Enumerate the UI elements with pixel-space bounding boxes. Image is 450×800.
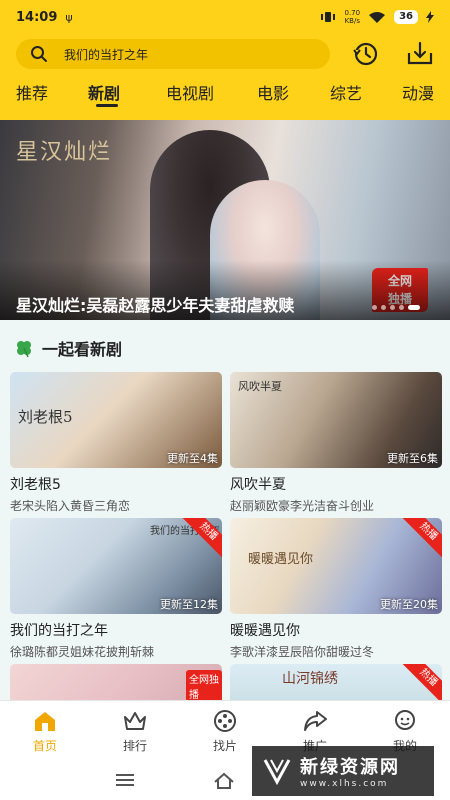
crown-icon xyxy=(124,712,146,730)
nav-ranking[interactable]: 排行 xyxy=(105,709,165,754)
drama-description: 赵丽颖欧豪李光洁奋斗创业 xyxy=(230,499,375,513)
banner-title: 星汉灿烂:吴磊赵露思少年夫妻甜虐救赎 xyxy=(16,296,295,315)
pager-dot xyxy=(390,305,395,310)
share-icon xyxy=(304,711,327,731)
film-reel-icon xyxy=(214,710,236,732)
nav-discover[interactable]: 找片 xyxy=(195,709,255,754)
pager-dot xyxy=(381,305,386,310)
drama-card[interactable]: 暖暖遇见你 热播 更新至20集 暖暖遇见你 李歌洋漆昱辰陪你甜暖过冬 xyxy=(230,518,442,660)
drama-title: 风吹半夏 xyxy=(230,477,286,493)
user-icon xyxy=(395,710,415,730)
banner-logo: 星汉灿烂 xyxy=(16,140,113,165)
pager-dot-active xyxy=(408,305,420,310)
category-tabs: 推荐 新剧 电视剧 电影 综艺 动漫 xyxy=(0,80,450,112)
drama-title: 我们的当打之年 xyxy=(10,623,108,639)
episode-badge: 更新至20集 xyxy=(380,598,438,611)
drama-poster: 我们的当打之年 热播 更新至12集 xyxy=(10,518,222,614)
tab-new-drama[interactable]: 新剧 xyxy=(88,80,120,104)
tab-movie[interactable]: 电影 xyxy=(257,80,289,104)
watermark-url: www.xlhs.com xyxy=(300,779,389,789)
net-speed: 0.70 KB/s xyxy=(344,9,361,25)
history-button[interactable] xyxy=(352,40,380,68)
drama-card[interactable]: 我们的当打之年 热播 更新至12集 我们的当打之年 徐璐陈都灵姐妹花披荆斩棘 xyxy=(10,518,222,660)
watermark-title: 新绿资源网 xyxy=(300,757,400,778)
nav-label: 排行 xyxy=(122,739,147,753)
menu-icon[interactable] xyxy=(114,770,136,790)
tab-tv-series[interactable]: 电视剧 xyxy=(166,80,214,104)
poster-title: 山河锦绣 xyxy=(282,671,338,687)
nav-home[interactable]: 首页 xyxy=(15,709,75,754)
tab-anime[interactable]: 动漫 xyxy=(402,80,434,104)
search-placeholder: 我们的当打之年 xyxy=(64,47,149,62)
banner-pager xyxy=(372,305,420,310)
poster-title: 刘老根5 xyxy=(18,408,73,426)
drama-title: 刘老根5 xyxy=(10,477,61,493)
vibrate-icon xyxy=(321,12,336,22)
clover-icon xyxy=(17,341,31,358)
status-bar: 14:09 ψ 0.70 KB/s 36 xyxy=(0,0,450,34)
nav-label: 找片 xyxy=(212,739,237,753)
pager-dot xyxy=(372,305,377,310)
drama-description: 老宋头陷入黄昏三角恋 xyxy=(10,499,131,513)
episode-badge: 更新至4集 xyxy=(167,452,218,465)
download-icon xyxy=(407,41,433,65)
section-header: 一起看新剧 xyxy=(14,336,122,360)
drama-description: 李歌洋漆昱辰陪你甜暖过冬 xyxy=(230,645,375,659)
home-icon xyxy=(35,712,55,731)
charging-icon xyxy=(426,11,434,23)
watermark-logo-icon xyxy=(263,759,291,786)
pager-dot xyxy=(399,305,404,310)
nav-label: 首页 xyxy=(32,739,57,753)
episode-badge: 更新至12集 xyxy=(160,598,218,611)
usb-icon: ψ xyxy=(65,10,73,24)
download-button[interactable] xyxy=(406,40,434,68)
search-icon xyxy=(31,46,47,62)
tab-variety[interactable]: 综艺 xyxy=(330,80,362,104)
drama-card[interactable]: 风吹半夏 更新至6集 风吹半夏 赵丽颖欧豪李光洁奋斗创业 xyxy=(230,372,442,514)
section-title: 一起看新剧 xyxy=(42,340,123,359)
drama-poster: 暖暖遇见你 热播 更新至20集 xyxy=(230,518,442,614)
history-icon xyxy=(353,42,378,66)
battery-badge: 36 xyxy=(394,10,418,24)
drama-description: 徐璐陈都灵姐妹花披荆斩棘 xyxy=(10,645,155,659)
drama-poster: 风吹半夏 更新至6集 xyxy=(230,372,442,468)
episode-badge: 更新至6集 xyxy=(387,452,438,465)
drama-title: 暖暖遇见你 xyxy=(230,623,300,639)
home-button-icon[interactable] xyxy=(212,770,236,790)
tab-active-indicator xyxy=(96,104,118,107)
drama-poster: 刘老根5 更新至4集 xyxy=(10,372,222,468)
search-input[interactable]: 我们的当打之年 xyxy=(16,39,330,69)
watermark: 新绿资源网 www.xlhs.com xyxy=(252,746,434,796)
hot-badge: 热播 xyxy=(401,518,442,559)
tab-recommend[interactable]: 推荐 xyxy=(16,80,48,104)
status-time: 14:09 xyxy=(16,9,58,25)
hero-banner[interactable]: 星汉灿烂 全网 独播 星汉灿烂:吴磊赵露思少年夫妻甜虐救赎 xyxy=(0,120,450,320)
poster-title: 风吹半夏 xyxy=(238,380,282,393)
poster-title: 暖暖遇见你 xyxy=(248,552,314,567)
drama-card[interactable]: 刘老根5 更新至4集 刘老根5 老宋头陷入黄昏三角恋 xyxy=(10,372,222,514)
hot-badge: 热播 xyxy=(401,664,442,705)
wifi-icon xyxy=(369,11,386,23)
poster-title: 全网独播 xyxy=(186,670,222,702)
